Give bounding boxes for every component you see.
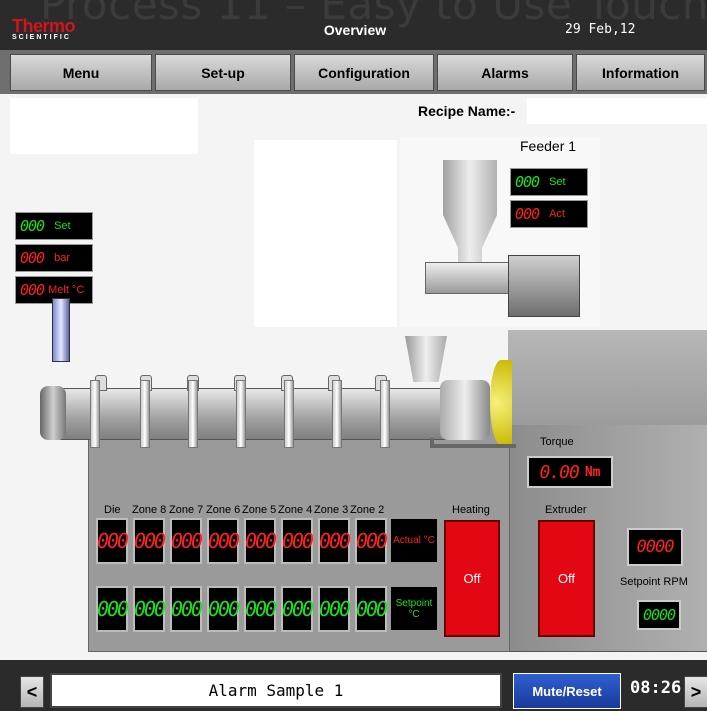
feeder-motor: [508, 255, 580, 317]
next-alarm-button[interactable]: >: [684, 676, 707, 708]
heating-label: Heating: [452, 504, 490, 516]
zone-label-7: Zone 7: [169, 504, 204, 516]
torque-value: 0.00: [539, 461, 579, 483]
mute-reset-button[interactable]: Mute/Reset: [513, 673, 621, 709]
thermo-logo: Thermo SCIENTIFIC: [12, 16, 76, 42]
alarms-button[interactable]: Alarms: [437, 54, 573, 91]
melt-temp-label: Melt °C: [48, 284, 85, 296]
torque-label: Torque: [540, 436, 574, 448]
rpm-actual-readout: 0000: [627, 528, 683, 566]
pressure-sensor-icon: [52, 298, 70, 362]
feeder-set-label: Set: [549, 176, 566, 188]
zone-actual-7: 000: [170, 518, 203, 564]
extruder-label: Extruder: [545, 504, 587, 516]
rpm-setpoint-value: 0000: [642, 606, 676, 624]
torque-unit: Nm: [584, 464, 601, 480]
rpm-actual-value: 0000: [636, 537, 675, 557]
pressure-set-readout[interactable]: 000 Set: [15, 212, 93, 240]
feeder-act-label: Act: [549, 208, 565, 220]
info-panel: [10, 98, 198, 154]
zone-label-5: Zone 5: [242, 504, 277, 516]
zone-setpoint-3[interactable]: 000: [318, 586, 351, 632]
zone-setpoint-8[interactable]: 000: [133, 586, 166, 632]
drive-cabinet-top: [508, 330, 707, 425]
menu-button[interactable]: Menu: [10, 54, 152, 91]
feeder-set-readout[interactable]: 000 Set: [510, 168, 588, 196]
zone-setpoint-4[interactable]: 000: [281, 586, 314, 632]
barrel-clamp: [380, 380, 390, 448]
feeder-act-value: 000: [515, 205, 540, 223]
logo-text: Thermo: [12, 16, 76, 36]
feeder-act-readout: 000 Act: [510, 200, 588, 228]
pressure-set-label: Set: [54, 220, 71, 232]
zone-setpoint-7[interactable]: 000: [170, 586, 203, 632]
zone-actual-8: 000: [133, 518, 166, 564]
date-display: 29 Feb,12: [565, 22, 636, 37]
information-button[interactable]: Information: [576, 54, 705, 91]
logo-subtext: SCIENTIFIC: [12, 34, 71, 41]
setpoint-rpm-label: Setpoint RPM: [620, 576, 688, 588]
torque-readout: 0.00 Nm: [527, 456, 613, 488]
barrel-clamp: [188, 380, 198, 448]
zone-actual-6: 000: [207, 518, 240, 564]
zone-setpoint-2[interactable]: 000: [355, 586, 388, 632]
coolant-pipe: [430, 438, 516, 448]
alarm-message-field: Alarm Sample 1: [50, 673, 502, 708]
configuration-button[interactable]: Configuration: [294, 54, 434, 91]
barrel-clamp: [236, 380, 246, 448]
zone-setpoint-6[interactable]: 000: [207, 586, 240, 632]
zone-actual-2: 000: [355, 518, 388, 564]
zone-setpoint-die[interactable]: 000: [96, 586, 129, 632]
extruder-barrel: [60, 388, 452, 440]
prev-alarm-button[interactable]: <: [20, 676, 44, 708]
rpm-setpoint-readout[interactable]: 0000: [637, 600, 681, 630]
zone-label-die: Die: [104, 504, 121, 516]
heating-toggle-button[interactable]: Off: [444, 520, 500, 637]
barrel-clamp: [90, 380, 100, 448]
zone-actual-5: 000: [244, 518, 277, 564]
setpoint-unit-label: Setpoint °C: [390, 586, 438, 631]
actual-unit-label: Actual °C: [390, 518, 438, 563]
clock-display: 08:26: [630, 678, 682, 698]
pressure-bar-value: 000: [20, 249, 45, 267]
extruder-toggle-button[interactable]: Off: [538, 520, 595, 637]
barrel-hopper: [405, 336, 447, 382]
zone-label-6: Zone 6: [206, 504, 241, 516]
barrel-clamp: [140, 380, 150, 448]
screen-title: Overview: [323, 22, 387, 38]
barrel-clamp: [332, 380, 342, 448]
zone-setpoint-5[interactable]: 000: [244, 586, 277, 632]
recipe-name-field[interactable]: [527, 98, 707, 124]
feeder-set-value: 000: [515, 173, 540, 191]
pressure-bar-label: bar: [54, 252, 70, 264]
pressure-bar-readout: 000 bar: [15, 244, 93, 272]
feeder-title: Feeder 1: [520, 138, 577, 154]
setup-button[interactable]: Set-up: [155, 54, 291, 91]
zone-label-3: Zone 3: [314, 504, 349, 516]
zone-actual-4: 000: [281, 518, 314, 564]
zone-actual-die: 000: [96, 518, 129, 564]
pressure-set-value: 000: [20, 217, 45, 235]
die-flange: [40, 386, 66, 440]
blank-panel: [254, 140, 397, 327]
recipe-name-label: Recipe Name:-: [418, 103, 516, 119]
zone-label-4: Zone 4: [278, 504, 313, 516]
melt-temp-value: 000: [20, 281, 45, 299]
barrel-clamp: [284, 380, 294, 448]
zone-label-8: Zone 8: [132, 504, 167, 516]
zone-actual-3: 000: [318, 518, 351, 564]
barrel-coupling: [440, 380, 490, 440]
zone-label-2: Zone 2: [350, 504, 385, 516]
drive-coupling-cone: [490, 360, 512, 445]
